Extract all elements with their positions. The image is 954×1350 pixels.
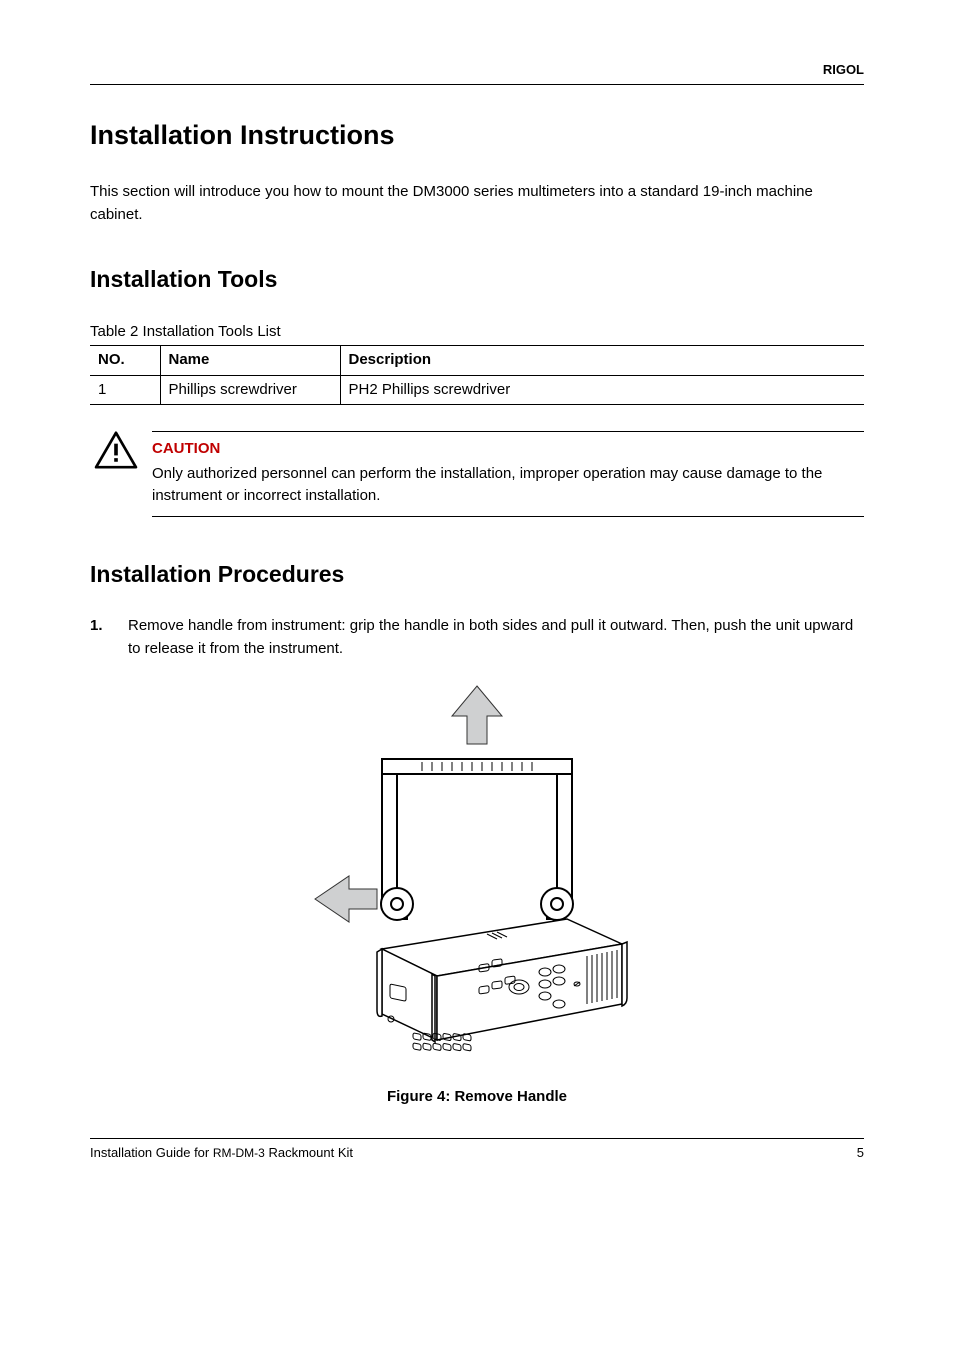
caution-description: Only authorized personnel can perform th…: [152, 463, 864, 508]
col-header-desc: Description: [340, 346, 864, 376]
footer-left-suffix: Rackmount Kit: [265, 1145, 353, 1160]
brand-header: RIGOL: [90, 60, 864, 85]
step-text: Remove handle from instrument: grip the …: [128, 615, 864, 660]
footer-left-mid: RM-DM-3: [213, 1146, 265, 1160]
table-row: 1 Phillips screwdriver PH2 Phillips scre…: [90, 375, 864, 405]
tools-table: NO. Name Description 1 Phillips screwdri…: [90, 345, 864, 405]
intro-paragraph: This section will introduce you how to m…: [90, 181, 864, 226]
col-header-name: Name: [160, 346, 340, 376]
figure-caption: Figure 4: Remove Handle: [90, 1086, 864, 1109]
page-footer: Installation Guide for RM-DM-3 Rackmount…: [90, 1138, 864, 1163]
cell-no: 1: [90, 375, 160, 405]
remove-handle-illustration: [287, 684, 667, 1064]
col-header-no: NO.: [90, 346, 160, 376]
footer-left: Installation Guide for RM-DM-3 Rackmount…: [90, 1143, 353, 1163]
cell-name: Phillips screwdriver: [160, 375, 340, 405]
figure-remove-handle: [90, 684, 864, 1072]
caution-label: CAUTION: [152, 438, 864, 461]
cell-desc: PH2 Phillips screwdriver: [340, 375, 864, 405]
tools-table-caption: Table 2 Installation Tools List: [90, 321, 864, 344]
warning-triangle-icon: [94, 431, 138, 517]
heading-installation-instructions: Installation Instructions: [90, 115, 864, 156]
table-header-row: NO. Name Description: [90, 346, 864, 376]
footer-left-prefix: Installation Guide for: [90, 1145, 213, 1160]
heading-installation-tools: Installation Tools: [90, 262, 864, 297]
heading-installation-procedures: Installation Procedures: [90, 557, 864, 592]
procedure-list: 1. Remove handle from instrument: grip t…: [90, 615, 864, 660]
caution-text-block: CAUTION Only authorized personnel can pe…: [152, 431, 864, 517]
step-number: 1.: [90, 615, 112, 660]
procedure-step-1: 1. Remove handle from instrument: grip t…: [90, 615, 864, 660]
caution-block: CAUTION Only authorized personnel can pe…: [90, 431, 864, 517]
footer-page-number: 5: [857, 1143, 864, 1163]
